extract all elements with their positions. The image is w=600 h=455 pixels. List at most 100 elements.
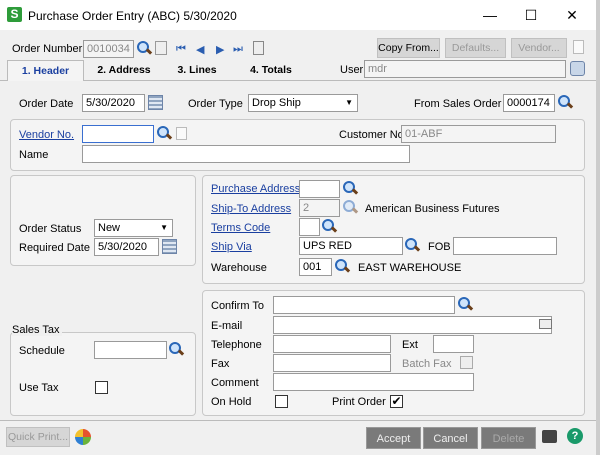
email-input[interactable]: [273, 316, 552, 334]
accept-button[interactable]: Accept: [366, 427, 421, 449]
ship-via-input[interactable]: UPS RED: [299, 237, 403, 255]
customer-no-label: Customer No.: [339, 129, 407, 141]
minimize-button[interactable]: —: [480, 6, 500, 24]
close-button[interactable]: ✕: [562, 6, 582, 24]
ship-to-name: American Business Futures: [365, 203, 500, 215]
cancel-button[interactable]: Cancel: [423, 427, 478, 449]
notes-icon[interactable]: [573, 40, 584, 54]
search-icon[interactable]: [405, 238, 419, 252]
order-type-select[interactable]: Drop Ship ▼: [248, 94, 358, 112]
last-record-icon[interactable]: ⏭: [233, 43, 243, 56]
user-icon[interactable]: [570, 61, 585, 76]
search-icon[interactable]: [322, 219, 336, 233]
chevron-down-icon: ▼: [160, 223, 168, 232]
required-date-input[interactable]: 5/30/2020: [94, 238, 159, 256]
vendor-no-input[interactable]: [82, 125, 154, 143]
sales-tax-label: Sales Tax: [12, 324, 62, 336]
warehouse-name: EAST WAREHOUSE: [358, 262, 462, 274]
fob-label: FOB: [428, 241, 451, 253]
terms-code-input[interactable]: [299, 218, 320, 236]
window-title: Purchase Order Entry (ABC) 5/30/2020: [28, 9, 237, 23]
purchase-address-link[interactable]: Purchase Address: [211, 183, 300, 195]
order-status-select[interactable]: New ▼: [94, 219, 173, 237]
document-icon[interactable]: [155, 41, 167, 55]
use-tax-checkbox[interactable]: [95, 381, 108, 394]
printer-icon[interactable]: [542, 430, 557, 443]
warehouse-input[interactable]: 001: [299, 258, 332, 276]
comment-label: Comment: [211, 377, 259, 389]
telephone-label: Telephone: [211, 339, 262, 351]
maximize-button[interactable]: ☐: [521, 6, 541, 24]
search-icon[interactable]: [343, 181, 357, 195]
ship-to-address-link[interactable]: Ship-To Address: [211, 203, 291, 215]
calendar-icon[interactable]: [148, 95, 163, 110]
order-status-value: New: [98, 222, 121, 234]
ship-via-link[interactable]: Ship Via: [211, 241, 252, 253]
help-icon[interactable]: ?: [567, 428, 583, 444]
order-date-input[interactable]: 5/30/2020: [82, 94, 145, 112]
fob-input[interactable]: [453, 237, 557, 255]
batch-fax-checkbox[interactable]: [460, 356, 473, 369]
search-icon[interactable]: [169, 342, 183, 356]
tab-address[interactable]: 2. Address: [86, 60, 162, 80]
vendor-button[interactable]: Vendor...: [511, 38, 567, 58]
search-icon[interactable]: [335, 259, 349, 273]
search-icon[interactable]: [157, 126, 171, 140]
email-icon[interactable]: [539, 319, 552, 329]
print-order-checkbox[interactable]: ✔: [390, 395, 403, 408]
confirm-to-input[interactable]: [273, 296, 455, 314]
tab-lines[interactable]: 3. Lines: [163, 60, 231, 80]
quick-print-button[interactable]: Quick Print...: [6, 427, 70, 447]
name-label: Name: [19, 149, 49, 161]
order-number-label: Order Number: [12, 43, 83, 55]
search-icon[interactable]: [137, 41, 151, 55]
terms-code-link[interactable]: Terms Code: [211, 222, 270, 234]
search-icon[interactable]: [458, 297, 472, 311]
calendar-icon[interactable]: [162, 239, 177, 254]
order-type-label: Order Type: [188, 98, 243, 110]
tab-header[interactable]: 1. Header: [7, 60, 84, 81]
window-border: [596, 0, 600, 455]
schedule-label: Schedule: [19, 345, 65, 357]
memo-icon[interactable]: [253, 41, 264, 55]
copy-from-button[interactable]: Copy From...: [377, 38, 440, 58]
ext-input[interactable]: [433, 335, 474, 353]
user-label: User: [340, 64, 364, 76]
order-number-input[interactable]: 0010034: [83, 40, 134, 58]
confirm-to-label: Confirm To: [211, 300, 264, 312]
defaults-button[interactable]: Defaults...: [445, 38, 506, 58]
customer-no-input[interactable]: 01-ABF: [401, 125, 556, 143]
schedule-input[interactable]: [94, 341, 167, 359]
name-input[interactable]: [82, 145, 410, 163]
tab-totals[interactable]: 4. Totals: [238, 60, 304, 80]
comment-input[interactable]: [273, 373, 474, 391]
notes-icon[interactable]: [176, 127, 187, 140]
on-hold-checkbox[interactable]: [275, 395, 288, 408]
fax-input[interactable]: [273, 354, 391, 372]
user-input[interactable]: mdr: [364, 60, 566, 78]
order-date-label: Order Date: [19, 98, 74, 110]
fax-label: Fax: [211, 358, 230, 370]
tab-divider: [0, 80, 596, 81]
search-icon[interactable]: [558, 95, 572, 109]
delete-button[interactable]: Delete: [481, 427, 536, 449]
next-record-icon[interactable]: ▶: [216, 43, 224, 56]
batch-fax-label: Batch Fax: [402, 358, 452, 370]
order-status-label: Order Status: [19, 223, 82, 235]
required-date-label: Required Date: [19, 242, 90, 254]
use-tax-label: Use Tax: [19, 382, 59, 394]
from-sales-order-label: From Sales Order: [414, 98, 502, 110]
vendor-no-link[interactable]: Vendor No.: [19, 129, 74, 141]
telephone-input[interactable]: [273, 335, 391, 353]
from-sales-order-input[interactable]: 0000174: [503, 94, 555, 112]
previous-record-icon[interactable]: ◀: [196, 43, 204, 56]
ship-to-address-input[interactable]: 2: [299, 199, 340, 217]
purchase-address-input[interactable]: [299, 180, 340, 198]
chevron-down-icon: ▼: [345, 98, 353, 107]
search-icon[interactable]: [343, 200, 357, 214]
warehouse-label: Warehouse: [211, 262, 267, 274]
order-type-value: Drop Ship: [252, 97, 301, 109]
app-logo: S: [7, 7, 22, 22]
first-record-icon[interactable]: ⏮: [176, 43, 186, 56]
windows-icon[interactable]: [75, 429, 91, 445]
